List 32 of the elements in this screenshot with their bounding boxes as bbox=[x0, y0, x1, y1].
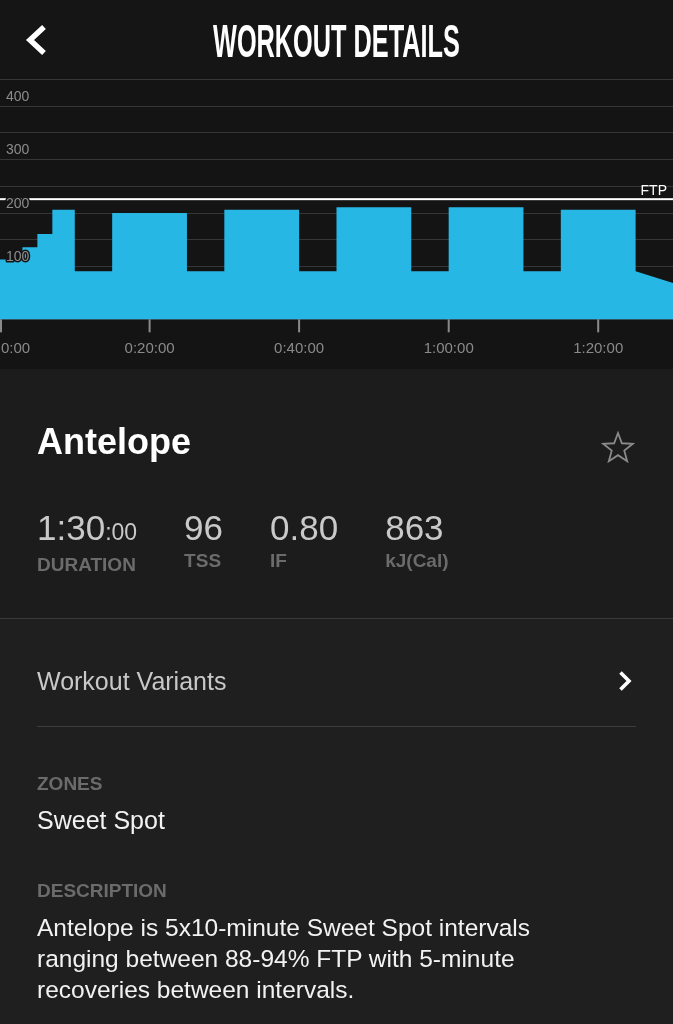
back-button[interactable] bbox=[24, 23, 48, 56]
tick-mark bbox=[447, 319, 450, 333]
page-title: WORKOUT DETAILS bbox=[213, 17, 460, 64]
tick-mark bbox=[0, 319, 2, 333]
stat-value: 0.80 bbox=[270, 508, 339, 548]
chevron-right-icon bbox=[618, 670, 632, 692]
ftp-label: FTP bbox=[640, 182, 667, 199]
stat-value: 96 bbox=[184, 508, 224, 548]
workout-variants-row[interactable]: Workout Variants bbox=[37, 619, 636, 726]
stat-label: TSS bbox=[184, 550, 222, 572]
x-axis-label: 0:40:00 bbox=[274, 339, 325, 357]
x-axis-label: 1:20:00 bbox=[573, 339, 624, 357]
stat-label: IF bbox=[270, 550, 287, 572]
y-axis-label: 400 bbox=[6, 87, 30, 104]
zones-heading: ZONES bbox=[37, 773, 104, 795]
chevron-left-icon bbox=[24, 23, 48, 56]
stat-value: 1:30:00 bbox=[37, 508, 138, 549]
stat-value: 863 bbox=[385, 508, 444, 548]
x-axis-label: 0:20:00 bbox=[124, 339, 175, 357]
zone-value: Sweet Spot bbox=[37, 805, 166, 835]
y-axis-label: 300 bbox=[6, 141, 30, 158]
tick-mark bbox=[298, 319, 301, 333]
tick-mark bbox=[148, 319, 151, 333]
x-axis-label: 0:00 bbox=[1, 339, 31, 357]
stat-label: DURATION bbox=[37, 554, 136, 576]
tick-mark bbox=[597, 319, 600, 333]
description-text: Antelope is 5x10-minute Sweet Spot intervals ranging between 88-94% FTP with 5-minute recoveries between intervals. bbox=[37, 913, 531, 1005]
star-icon[interactable] bbox=[601, 430, 635, 464]
x-axis-label: 1:00:00 bbox=[423, 339, 474, 357]
description-heading: DESCRIPTION bbox=[37, 880, 168, 902]
stat-label: kJ(Cal) bbox=[385, 550, 449, 572]
workout-name: Antelope bbox=[37, 420, 191, 464]
